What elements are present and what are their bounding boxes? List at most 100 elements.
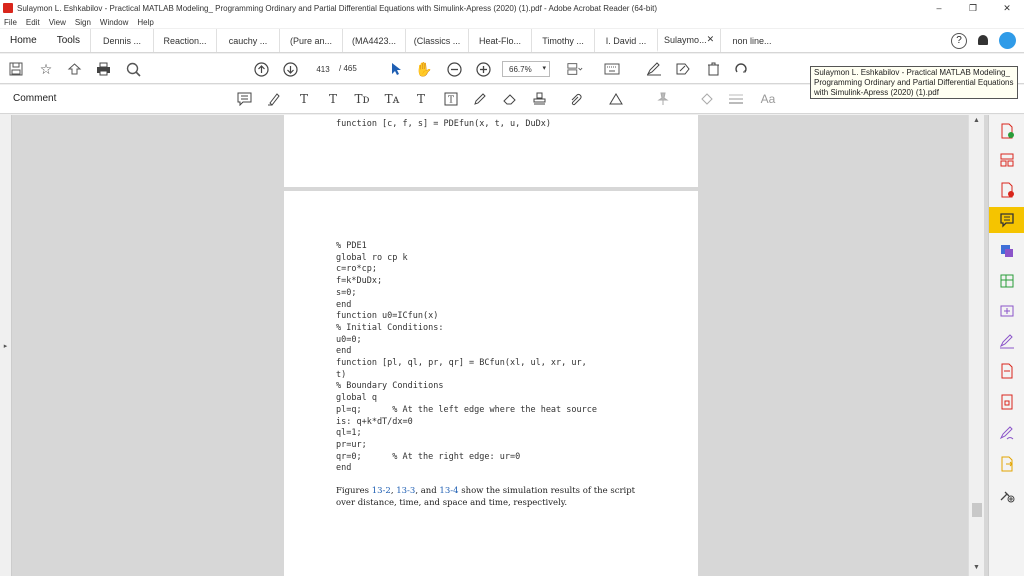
tab-close-icon[interactable]: ✕ xyxy=(707,34,715,45)
eraser-icon[interactable] xyxy=(501,91,517,107)
menu-window[interactable]: Window xyxy=(100,18,128,27)
minimize-button[interactable]: – xyxy=(922,0,956,16)
stamp-icon[interactable] xyxy=(532,91,548,107)
strikethrough-icon[interactable]: T xyxy=(325,91,341,107)
prev-page-icon[interactable] xyxy=(253,61,269,77)
comment-tool-icon[interactable] xyxy=(989,207,1024,233)
doc-tab[interactable]: Reaction... xyxy=(153,29,216,52)
menu-bar: File Edit View Sign Window Help xyxy=(0,16,1024,28)
trash-icon[interactable] xyxy=(705,61,721,77)
select-cursor-icon[interactable] xyxy=(388,61,404,77)
para-text: , and xyxy=(415,486,440,496)
tab-bar: Home Tools Dennis ... Reaction... cauchy… xyxy=(0,29,1024,53)
replace-text-icon[interactable]: Tᴅ xyxy=(354,91,370,107)
title-bar: Sulaymon L. Eshkabilov - Practical MATLA… xyxy=(0,0,1024,16)
print-icon[interactable] xyxy=(95,61,111,77)
doc-tab[interactable]: (Classics ... xyxy=(405,29,468,52)
scroll-down-icon[interactable]: ▼ xyxy=(973,564,980,571)
attach-icon[interactable] xyxy=(568,91,584,107)
avatar[interactable] xyxy=(999,32,1016,49)
line-width-icon[interactable] xyxy=(728,91,744,107)
text-tool-icon[interactable]: T xyxy=(296,91,312,107)
right-tools-panel xyxy=(988,115,1024,576)
maximize-button[interactable]: ❐ xyxy=(956,0,990,16)
zoom-in-icon[interactable] xyxy=(475,61,491,77)
menu-view[interactable]: View xyxy=(49,18,66,27)
scroll-thumb[interactable] xyxy=(972,503,982,517)
pdf-page-412: function [c, f, s] = PDEfun(x, t, u, DuD… xyxy=(284,115,698,187)
para-text: Figures xyxy=(336,486,372,496)
scroll-up-icon[interactable]: ▲ xyxy=(973,117,980,124)
sign-pen-icon[interactable] xyxy=(646,61,662,77)
organize-pages-icon[interactable] xyxy=(999,152,1015,168)
export-pdf-icon[interactable] xyxy=(999,123,1015,139)
fill-sign-icon[interactable] xyxy=(675,61,691,77)
figure-link[interactable]: 13-3 xyxy=(396,486,415,496)
page-number-input[interactable]: 413 xyxy=(309,62,337,76)
menu-edit[interactable]: Edit xyxy=(26,18,40,27)
next-page-icon[interactable] xyxy=(282,61,298,77)
help-icon[interactable]: ? xyxy=(951,32,967,49)
combine-files-icon[interactable] xyxy=(999,243,1015,259)
document-viewport[interactable]: ▸ function [c, f, s] = PDEfun(x, t, u, D… xyxy=(0,115,988,576)
request-signature-icon[interactable] xyxy=(999,425,1015,441)
doc-tab[interactable]: (MA4423... xyxy=(342,29,405,52)
edit-pdf-icon[interactable] xyxy=(999,363,1015,379)
menu-sign[interactable]: Sign xyxy=(75,18,91,27)
code-block: function [c, f, s] = PDEfun(x, t, u, DuD… xyxy=(336,119,551,129)
highlight-pen-icon[interactable] xyxy=(266,91,282,107)
zoom-level-select[interactable]: 66.7% ▾ xyxy=(502,61,550,77)
save-icon[interactable] xyxy=(8,61,24,77)
fill-color-icon[interactable] xyxy=(698,91,714,107)
document-title-tooltip: Sulaymon L. Eshkabilov - Practical MATLA… xyxy=(810,66,1018,99)
comment-toolbar-label: Comment xyxy=(13,93,57,104)
add-text-icon[interactable]: T xyxy=(413,91,429,107)
undo-icon[interactable] xyxy=(733,61,749,77)
doc-tab[interactable]: Dennis ... xyxy=(90,29,153,52)
tab-bar-right: ? xyxy=(951,32,1016,49)
tab-home[interactable]: Home xyxy=(0,29,47,52)
hand-tool-icon[interactable]: ✋ xyxy=(415,61,432,77)
compress-pdf-icon[interactable] xyxy=(999,303,1015,319)
keyboard-icon[interactable] xyxy=(604,61,620,77)
doc-tab[interactable]: Heat-Flo... xyxy=(468,29,531,52)
doc-tab[interactable]: Timothy ... xyxy=(531,29,594,52)
doc-tab[interactable]: I. David ... xyxy=(594,29,657,52)
page-display-icon[interactable] xyxy=(567,61,583,77)
protect-pdf-icon[interactable] xyxy=(999,394,1015,410)
share-icon[interactable] xyxy=(66,61,82,77)
shapes-icon[interactable] xyxy=(608,91,624,107)
tab-tools[interactable]: Tools xyxy=(47,29,90,52)
acrobat-icon xyxy=(3,3,13,13)
zoom-search-icon[interactable] xyxy=(125,61,141,77)
fill-sign-panel-icon[interactable] xyxy=(999,333,1015,349)
close-window-button[interactable]: ✕ xyxy=(990,0,1024,16)
font-size-icon[interactable]: Aa xyxy=(758,91,778,107)
figure-link[interactable]: 13-4 xyxy=(439,486,458,496)
menu-help[interactable]: Help xyxy=(137,18,153,27)
sticky-note-icon[interactable] xyxy=(236,91,252,107)
doc-tab[interactable]: cauchy ... xyxy=(216,29,279,52)
export-excel-icon[interactable] xyxy=(999,273,1015,289)
doc-tab-active-label: Sulaymo... xyxy=(664,34,707,45)
doc-tab[interactable]: non line... xyxy=(720,29,783,52)
pencil-icon[interactable] xyxy=(472,91,488,107)
doc-tab-active[interactable]: Sulaymo... ✕ xyxy=(657,29,721,52)
insert-text-icon[interactable]: Tᴀ xyxy=(384,91,400,107)
bell-icon[interactable] xyxy=(977,34,989,48)
pin-icon[interactable] xyxy=(655,91,671,107)
window-controls: – ❐ ✕ xyxy=(922,0,1024,16)
vertical-scrollbar[interactable]: ▲ ▼ xyxy=(968,115,984,576)
more-tools-icon[interactable] xyxy=(999,487,1015,503)
menu-file[interactable]: File xyxy=(4,18,17,27)
text-box-icon[interactable]: T xyxy=(443,91,459,107)
create-pdf-icon[interactable] xyxy=(999,182,1015,198)
figure-link[interactable]: 13-2 xyxy=(372,486,391,496)
doc-tab[interactable]: (Pure an... xyxy=(279,29,342,52)
chevron-down-icon: ▾ xyxy=(542,65,546,72)
left-pane-toggle[interactable]: ▸ xyxy=(0,115,12,576)
star-icon[interactable]: ☆ xyxy=(38,61,54,77)
send-for-comments-icon[interactable] xyxy=(999,456,1015,472)
zoom-out-icon[interactable] xyxy=(446,61,462,77)
zoom-level-value: 66.7% xyxy=(509,64,532,74)
